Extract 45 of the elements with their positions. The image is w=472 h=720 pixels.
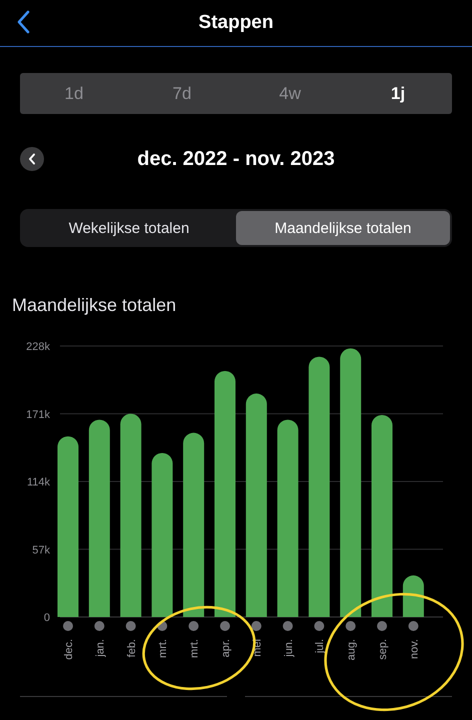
axis-label: 114k	[26, 476, 50, 488]
screen-title: Stappen	[198, 12, 274, 34]
totals-tab[interactable]: Maandelijkse totalen	[236, 211, 450, 245]
bar[interactable]	[183, 432, 204, 617]
month-label: mrt.	[157, 639, 170, 658]
axis-label: 0	[44, 612, 50, 624]
dot-icon	[126, 621, 136, 631]
dot-icon	[282, 621, 293, 631]
month-label: sep.	[377, 639, 389, 660]
dot-icon	[251, 621, 262, 631]
month-label: mrt.	[188, 639, 201, 658]
date-range: dec. 2022 - nov. 2023	[137, 148, 335, 170]
axis-label: 228k	[26, 341, 50, 353]
month-label: jan.	[94, 639, 106, 657]
range-tab[interactable]: 4w	[236, 73, 344, 114]
month-label: feb.	[126, 639, 138, 658]
section-title: Maandelijkse totalen	[12, 295, 178, 316]
previous-button[interactable]	[20, 147, 44, 171]
axis-label: 57k	[32, 544, 50, 556]
month-label: apr.	[220, 639, 232, 658]
range-tab[interactable]: 1j	[344, 73, 452, 114]
range-tab[interactable]: 1d	[20, 73, 128, 114]
axis-label: 171k	[26, 408, 50, 421]
dot-icon	[377, 621, 387, 631]
bar[interactable]	[340, 348, 362, 617]
bar[interactable]	[88, 420, 110, 617]
bar[interactable]	[402, 575, 424, 617]
back-icon[interactable]	[16, 10, 30, 34]
dot-icon	[63, 621, 73, 631]
dot-icon	[188, 621, 199, 631]
month-label: aug.	[346, 639, 358, 660]
month-label: nov.	[408, 639, 420, 659]
bar[interactable]	[246, 394, 267, 617]
dot-icon	[157, 621, 168, 631]
dot-icon	[220, 621, 230, 631]
dot-icon	[346, 621, 356, 631]
month-label: jul.	[314, 639, 326, 654]
totals-tab[interactable]: Wekelijkse totalen	[22, 211, 236, 245]
dot-icon	[408, 621, 418, 631]
month-label: dec.	[63, 639, 75, 660]
range-tab[interactable]: 7d	[128, 73, 236, 114]
dot-icon	[94, 621, 104, 631]
chevron-left-icon	[28, 153, 36, 165]
dot-icon	[314, 621, 324, 631]
month-label: jun.	[282, 639, 295, 657]
